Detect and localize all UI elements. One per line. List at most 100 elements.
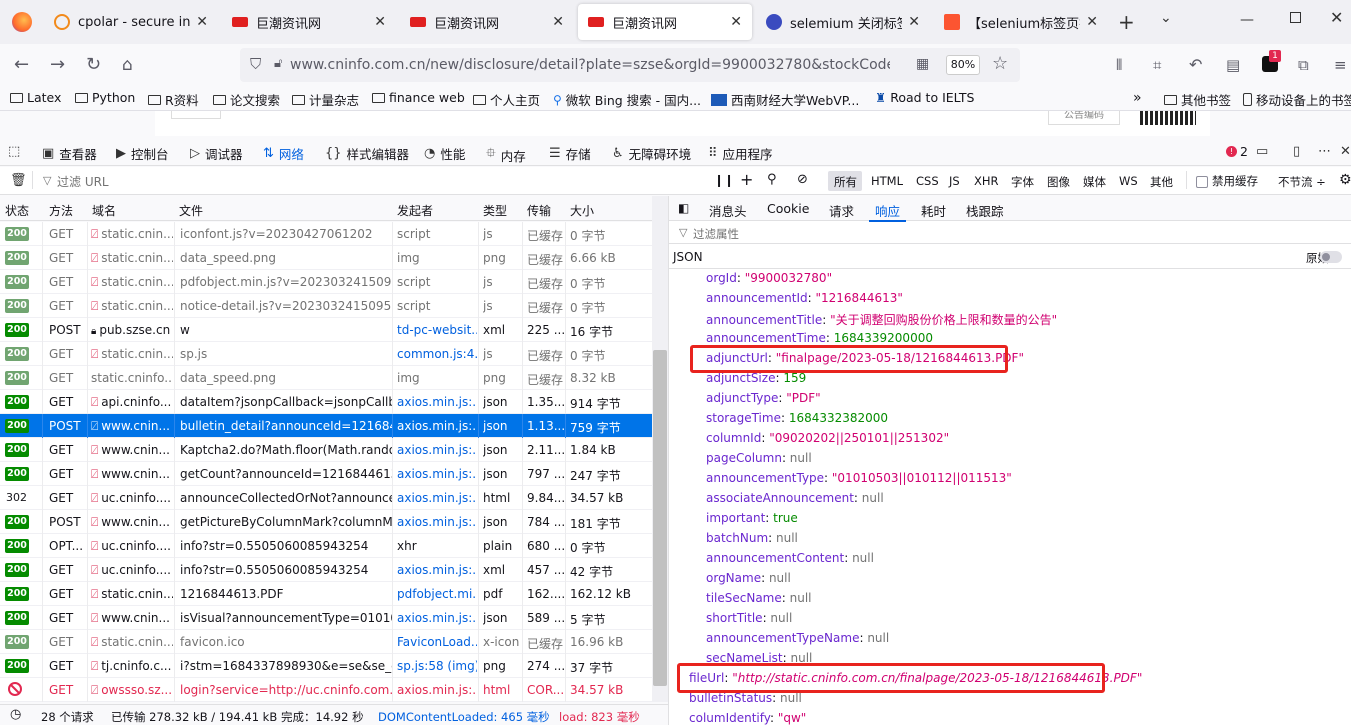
col-size[interactable]: 大小 (570, 202, 594, 219)
bookmark-papers[interactable]: 论文搜索 (213, 90, 280, 109)
reload-icon[interactable]: ↻ (86, 54, 101, 76)
col-file[interactable]: 文件 (179, 202, 203, 219)
add-plus-icon[interactable]: + (740, 170, 753, 189)
json-property[interactable]: pageColumn: null (706, 451, 812, 465)
tool-memory[interactable]: ⯐ 内存 (486, 144, 526, 166)
new-tab-plus-icon[interactable]: + (1118, 10, 1135, 34)
browser-tab[interactable]: 巨潮资讯网 ✕ (400, 4, 574, 40)
json-property[interactable]: announcementContent: null (706, 551, 874, 565)
close-tab-icon[interactable]: ✕ (196, 14, 208, 30)
disable-cache-checkbox[interactable]: 禁用缓存 (1196, 173, 1258, 189)
table-row[interactable]: 200 GET ⍁ static.cnin... favicon.ico FaviconL… (0, 630, 652, 654)
type-filter-xhr[interactable]: XHR (974, 174, 999, 188)
bookmark-bing[interactable]: ⚲ 微软 Bing 搜索 - 国内... (553, 90, 701, 109)
close-window-icon[interactable]: ✕ (1330, 8, 1343, 27)
tab-timings[interactable]: 耗时 (921, 201, 946, 220)
extensions-puzzle-icon[interactable]: ⧉ (1298, 54, 1309, 76)
json-property[interactable]: tileSecName: null (706, 591, 812, 605)
col-transfer[interactable]: 传输 (527, 202, 551, 219)
json-property[interactable]: announcementTime: 1684339200000 (706, 331, 933, 345)
close-tab-icon[interactable]: ✕ (908, 14, 920, 30)
json-property[interactable]: important: true (706, 511, 798, 525)
json-property[interactable]: announcementId: "1216844613" (706, 291, 903, 305)
pause-icon[interactable]: ❙❙ (714, 173, 734, 187)
type-filter-media[interactable]: 媒体 (1083, 174, 1106, 190)
undo-icon[interactable]: ↶ (1189, 54, 1202, 76)
json-property[interactable]: announcementTypeName: null (706, 631, 889, 645)
settings-gear-icon[interactable]: ⚙ (1339, 172, 1351, 188)
search-icon[interactable]: ⚲ (767, 172, 777, 187)
more-bookmarks-chevron-icon[interactable]: » (1133, 90, 1142, 106)
close-tab-icon[interactable]: ✕ (552, 14, 564, 30)
json-property[interactable]: shortTitle: null (706, 611, 792, 625)
dock-side-icon[interactable]: ▯ (1293, 144, 1305, 159)
close-devtools-icon[interactable]: ✕ (1340, 144, 1351, 159)
type-filter-fonts[interactable]: 字体 (1011, 174, 1034, 190)
network-scrollbar-thumb[interactable] (653, 350, 667, 686)
table-row[interactable]: 200 GET ⍁ www.cnin... getCount?announceId=12… (0, 462, 652, 486)
announcement-code-button[interactable]: 公告编码 (1048, 111, 1120, 125)
split-console-icon[interactable]: ▭ (1256, 144, 1273, 159)
bookmark-r[interactable]: R资料 (148, 90, 199, 109)
bookmark-other[interactable]: 其他书签 (1164, 90, 1231, 109)
close-tab-icon[interactable]: ✕ (1086, 14, 1098, 30)
table-row[interactable]: 200 GET ⍁ static.cnin... iconfont.js?v=20230… (0, 222, 652, 246)
table-row[interactable]: 200 GET ⍁ static.cnin... sp.js common.js:4...… (0, 342, 652, 366)
browser-tab[interactable]: selemium 关闭标签_巨 ✕ (756, 4, 930, 40)
type-filter-other[interactable]: 其他 (1150, 174, 1173, 190)
tab-stack-trace[interactable]: 栈跟踪 (966, 201, 1004, 220)
json-property[interactable]: orgId: "9900032780" (706, 271, 832, 285)
tool-inspector[interactable]: ▣ 查看器 (42, 144, 97, 163)
qr-code-icon[interactable]: ▦ (916, 56, 929, 72)
json-property[interactable]: announcementTitle: "关于调整回购股份价格上限和数量的公告" (706, 311, 1057, 328)
table-row[interactable]: 200 POST 🔒︎ pub.szse.cn w td-pc-websit... xml 2… (0, 318, 652, 342)
json-property[interactable]: bulletinStatus: null (689, 691, 802, 705)
tab-request[interactable]: 请求 (829, 201, 854, 220)
bookmark-mobile[interactable]: 移动设备上的书签 (1243, 90, 1351, 109)
address-bar[interactable]: ⛉ 🔓︎ www.cninfo.com.cn/new/disclosure/de… (240, 48, 1020, 82)
back-arrow-icon[interactable]: ← (14, 54, 29, 76)
tool-accessibility[interactable]: ♿︎ 无障碍环境 (612, 144, 691, 163)
table-row[interactable]: 200 OPT... ⍁ uc.cninfo.... info?str=0.550506… (0, 534, 652, 558)
forward-arrow-icon[interactable]: → (50, 54, 65, 76)
toggle-sidebar-icon[interactable]: ◧ (678, 201, 689, 215)
bookmark-star-icon[interactable]: ☆ (992, 53, 1008, 74)
bookmark-journals[interactable]: 计量杂志 (292, 90, 359, 109)
menu-hamburger-icon[interactable]: ≡ (1334, 54, 1347, 76)
library-icon[interactable]: ⫴ (1116, 54, 1122, 76)
tool-style-editor[interactable]: {} 样式编辑器 (325, 144, 409, 163)
type-filter-css[interactable]: CSS (916, 174, 939, 188)
json-property[interactable]: adjunctType: "PDF" (706, 391, 821, 405)
shield-icon[interactable]: ⛉ (250, 55, 261, 73)
col-type[interactable]: 类型 (483, 202, 507, 219)
insecure-lock-icon[interactable]: 🔓︎ (274, 56, 282, 71)
json-label[interactable]: JSON (673, 250, 703, 264)
tool-debugger[interactable]: ▷ 调试器 (190, 144, 243, 163)
close-tab-icon[interactable]: ✕ (374, 14, 386, 30)
bookmark-finance[interactable]: finance web (372, 90, 465, 105)
list-all-tabs-chevron-icon[interactable]: ⌄ (1160, 10, 1172, 26)
table-row[interactable]: 302 GET ⍁ uc.cninfo.... announceCollectedOrN… (0, 486, 652, 510)
tool-storage[interactable]: ☰ 存储 (549, 144, 591, 163)
type-filter-images[interactable]: 图像 (1047, 174, 1070, 190)
home-icon[interactable]: ⌂ (122, 54, 133, 76)
bookmark-latex[interactable]: Latex (10, 90, 61, 105)
tab-cookies[interactable]: Cookie (767, 201, 809, 216)
table-row[interactable]: 200 GET ⍁ tj.cninfo.c... i?stm=1684337898930… (0, 654, 652, 678)
table-row[interactable]: 200 GET ⍁ static.cnin... pdfobject.min.js?v=… (0, 270, 652, 294)
screenshot-crop-icon[interactable]: ⌗ (1153, 54, 1161, 76)
minimize-window-icon[interactable]: — (1240, 12, 1254, 28)
browser-tab[interactable]: 巨潮资讯网 ✕ (578, 4, 752, 40)
type-filter-ws[interactable]: WS (1119, 174, 1138, 188)
trash-icon[interactable]: 🗑︎ (10, 173, 27, 188)
raw-toggle[interactable] (1320, 251, 1342, 263)
col-status[interactable]: 状态 (5, 202, 29, 219)
error-count[interactable]: ! 2 (1226, 144, 1248, 159)
type-filter-all[interactable]: 所有 (834, 174, 857, 190)
table-row[interactable]: 200 GET static.cninfo... data_speed.png img p… (0, 366, 652, 390)
filter-url-input[interactable]: 过滤 URL (57, 173, 657, 190)
table-row[interactable]: 200 POST ⍁ www.cnin... getPictureByColumnMar… (0, 510, 652, 534)
json-property[interactable]: columIdentify: "qw" (689, 711, 806, 725)
performance-clock-icon[interactable]: ◷ (10, 707, 21, 722)
url-text[interactable]: www.cninfo.com.cn/new/disclosure/detail?… (290, 57, 890, 73)
